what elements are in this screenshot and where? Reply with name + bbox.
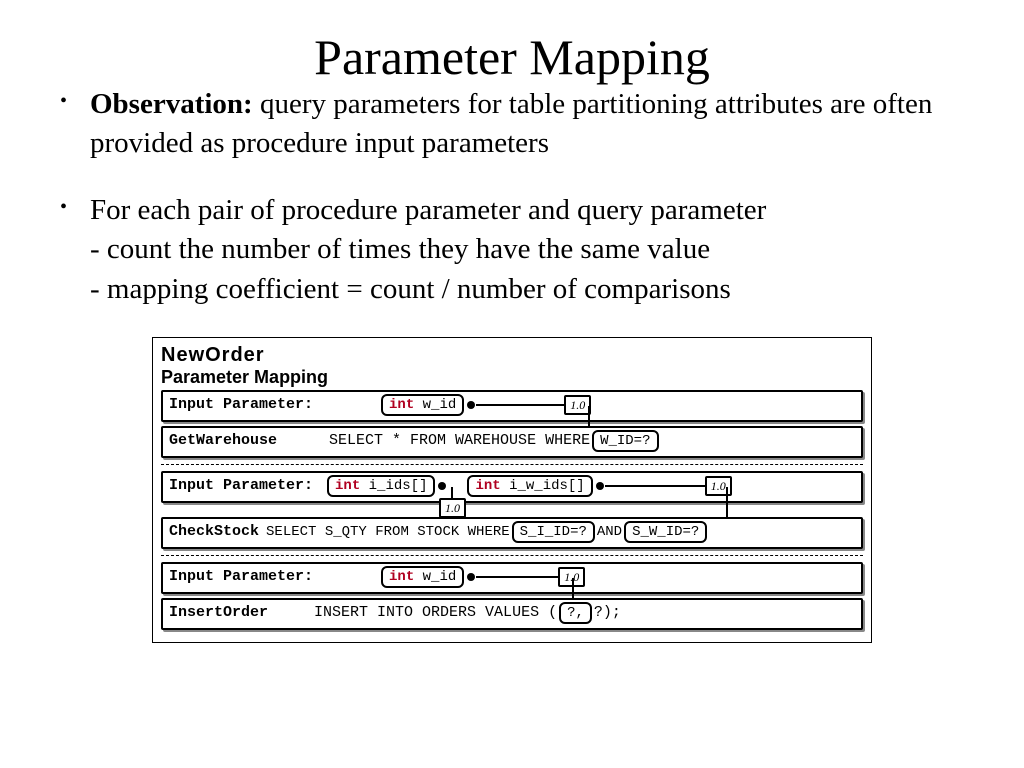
query-label: GetWarehouse <box>169 430 277 452</box>
connector-line <box>476 576 558 578</box>
procedure-name: NewOrder <box>161 344 863 367</box>
param-i-ids: int i_ids[] <box>327 475 435 497</box>
divider <box>161 464 863 465</box>
bullet2-line1: For each pair of procedure parameter and… <box>90 191 964 230</box>
query-row-insertorder: InsertOrder INSERT INTO ORDERS VALUES ( … <box>161 598 863 630</box>
connector-dot <box>467 401 475 409</box>
bullet-list: Observation: query parameters for table … <box>60 85 964 309</box>
section-getwarehouse: Input Parameter: int w_id 1.0 GetWarehou… <box>161 390 863 458</box>
query-param-box: S_I_ID=? <box>512 521 595 543</box>
mapping-diagram: NewOrder Parameter Mapping Input Paramet… <box>152 337 872 643</box>
query-text-pre: INSERT INTO ORDERS VALUES ( <box>314 602 557 624</box>
input-row-3: Input Parameter: int w_id 1.0 <box>161 562 863 594</box>
query-param-box: S_W_ID=? <box>624 521 707 543</box>
divider <box>161 555 863 556</box>
input-row-1: Input Parameter: int w_id 1.0 <box>161 390 863 422</box>
query-and: AND <box>597 521 622 543</box>
query-label: CheckStock <box>169 521 259 543</box>
connector-dot <box>596 482 604 490</box>
bullet-observation: Observation: query parameters for table … <box>90 85 964 163</box>
param-w-id: int w_id <box>381 394 464 416</box>
coef-badge-mid: 1.0 <box>439 498 466 518</box>
param-w-id-2: int w_id <box>381 566 464 588</box>
query-param-box: W_ID=? <box>592 430 658 452</box>
query-row-checkstock: CheckStock SELECT S_QTY FROM STOCK WHERE… <box>161 517 863 549</box>
input-label: Input Parameter: <box>169 566 313 588</box>
connector-line <box>476 404 564 406</box>
bullet-procedure: For each pair of procedure parameter and… <box>90 191 964 308</box>
diagram-subtitle: Parameter Mapping <box>161 367 863 388</box>
observation-label: Observation: <box>90 88 253 120</box>
connector-dot <box>467 573 475 581</box>
input-label: Input Parameter: <box>169 475 313 497</box>
query-label: InsertOrder <box>169 602 268 624</box>
slide-title: Parameter Mapping <box>60 30 964 85</box>
input-row-2: Input Parameter: int i_ids[] int i_w_ids… <box>161 471 863 503</box>
section-insertorder: Input Parameter: int w_id 1.0 InsertOrde… <box>161 562 863 630</box>
param-i-w-ids: int i_w_ids[] <box>467 475 592 497</box>
query-text-pre: SELECT S_QTY FROM STOCK WHERE <box>266 521 510 543</box>
query-text-post: ?); <box>594 602 621 624</box>
input-label: Input Parameter: <box>169 394 313 416</box>
query-param-box: ?, <box>559 602 592 624</box>
connector-dot <box>438 482 446 490</box>
bullet2-line2: - count the number of times they have th… <box>90 230 964 269</box>
connector-line <box>605 485 705 487</box>
section-checkstock: Input Parameter: int i_ids[] int i_w_ids… <box>161 471 863 549</box>
bullet2-line3: - mapping coefficient = count / number o… <box>90 270 964 309</box>
query-row-getwarehouse: GetWarehouse SELECT * FROM WAREHOUSE WHE… <box>161 426 863 458</box>
slide: Parameter Mapping Observation: query par… <box>0 0 1024 653</box>
query-text-pre: SELECT * FROM WAREHOUSE WHERE <box>329 430 590 452</box>
